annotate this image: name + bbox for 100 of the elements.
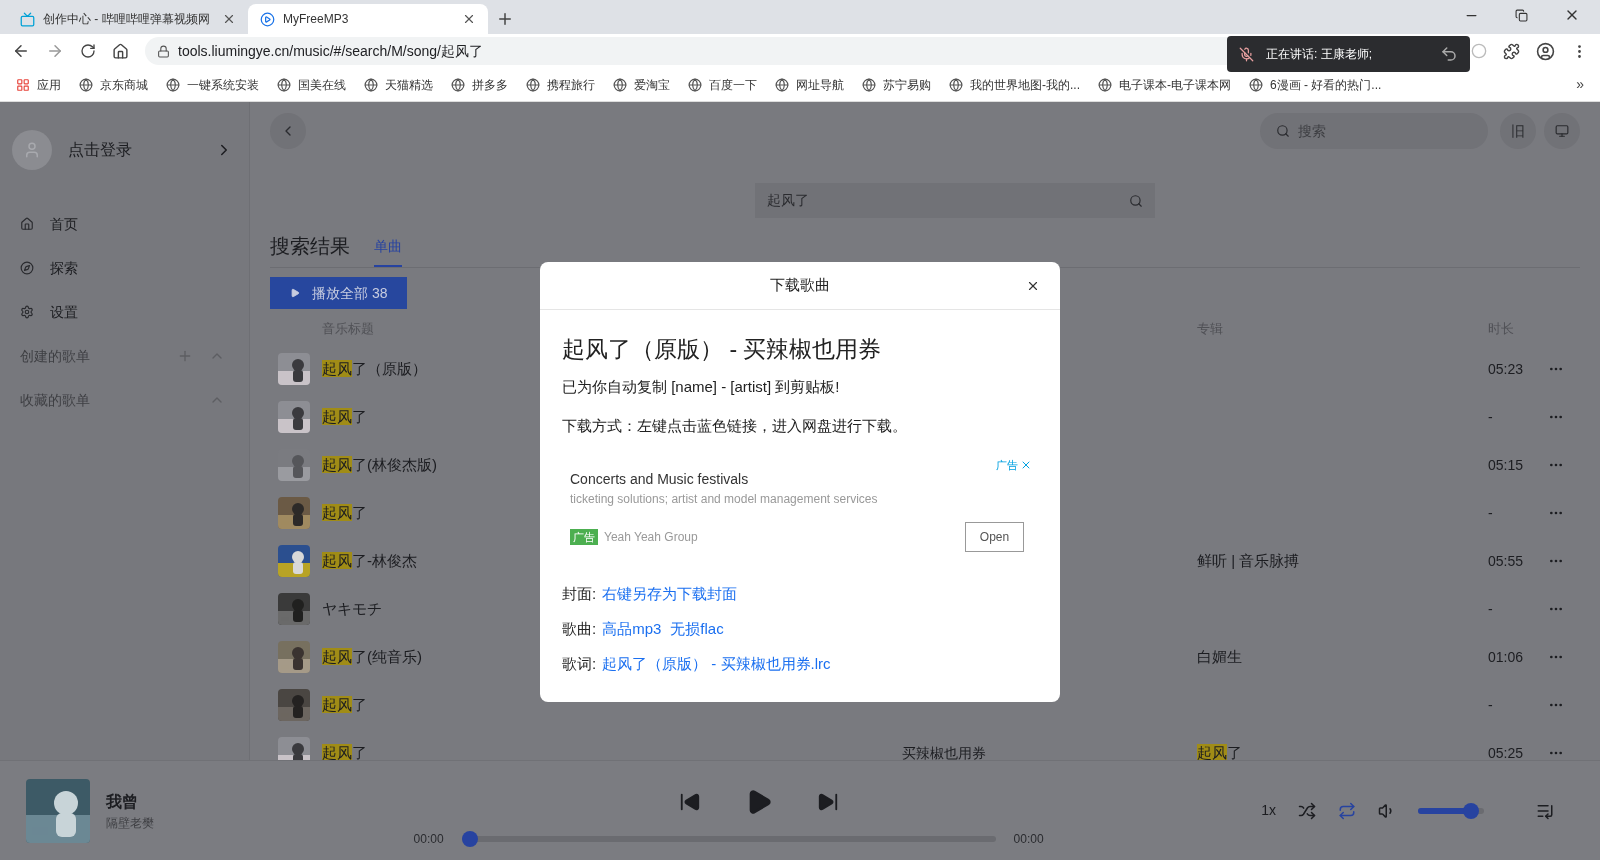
play-all-button[interactable]: 播放全部 38	[270, 277, 408, 309]
globe-icon	[526, 77, 540, 92]
download-link[interactable]: 高品mp3	[602, 617, 662, 641]
song-heading: 起风了（原版） - 买辣椒也用券	[562, 335, 883, 364]
globe-icon	[166, 77, 180, 92]
globe-icon	[1249, 77, 1263, 92]
advertiser-name: Yeah Yeah Group	[604, 529, 698, 546]
nav-item[interactable]: 探索	[12, 246, 237, 290]
close-icon[interactable]	[462, 12, 476, 26]
song-duration: 01:06	[1488, 647, 1525, 667]
globe-icon	[775, 77, 789, 92]
close-icon[interactable]	[222, 12, 236, 26]
undo-icon[interactable]	[1440, 45, 1458, 63]
play-icon	[290, 288, 300, 298]
bookmark[interactable]: 携程旅行	[526, 75, 595, 94]
song-duration: 05:23	[1488, 359, 1525, 379]
artist-name[interactable]: 买辣椒也用券	[902, 745, 986, 760]
nav-item[interactable]: 设置	[12, 290, 237, 334]
bookmark[interactable]: 6漫画 - 好看的热门...	[1249, 75, 1382, 94]
bookmark[interactable]: 苏宁易购	[862, 75, 931, 94]
tab-title: MyFreeMP3	[283, 11, 350, 28]
link-label: 封面:	[562, 583, 597, 604]
bookmark[interactable]: 京东商城	[79, 75, 148, 94]
extensions-icon[interactable]	[1503, 42, 1520, 60]
repeat-icon[interactable]	[1338, 801, 1356, 820]
home-icon	[20, 217, 34, 231]
dialog-title: 下载歌曲	[770, 275, 830, 296]
now-playing-title: 我曾	[106, 791, 139, 812]
slider-thumb[interactable]	[1463, 802, 1479, 819]
song-title: 起风了（原版）	[322, 358, 427, 379]
globe-icon	[451, 77, 465, 92]
album-name: 白媚生	[1197, 648, 1242, 665]
back-icon[interactable]	[12, 42, 30, 60]
song-title: ヤキモチ	[322, 598, 382, 619]
slider[interactable]	[461, 830, 996, 847]
login-link[interactable]: 点击登录	[68, 138, 199, 162]
link-label: 歌曲:	[562, 618, 597, 639]
ad-description: ticketing solutions; artist and model management services	[570, 491, 879, 508]
apps-icon	[16, 77, 30, 92]
settings-icon	[20, 305, 34, 319]
download-link[interactable]: 无损flac	[670, 617, 724, 641]
globe-icon	[364, 77, 378, 92]
download-instructions: 下载方式：左键点击蓝色链接，进入网盘进行下载。	[562, 415, 908, 436]
browser-tab[interactable]: MyFreeMP3	[248, 4, 488, 34]
song-duration: 05:25	[1488, 743, 1525, 760]
explore-icon	[20, 261, 34, 275]
album-name: 鲜听 | 音乐脉搏	[1197, 552, 1300, 569]
tv-icon	[20, 11, 35, 27]
search-icon	[1276, 124, 1290, 138]
download-link[interactable]: 起风了（原版） - 买辣椒也用券.lrc	[602, 652, 831, 676]
search-icon[interactable]	[1129, 193, 1143, 208]
globe-icon	[79, 77, 93, 92]
bookmark[interactable]: 电子课本-电子课本网	[1098, 75, 1231, 94]
song-title: 起风了(纯音乐)	[322, 646, 422, 667]
results-title: 搜索结果	[270, 234, 350, 259]
bookmark[interactable]: 拼多多	[451, 75, 508, 94]
new-tab-icon[interactable]	[496, 10, 514, 28]
bookmark[interactable]: 一键系统安装	[166, 75, 259, 94]
bookmark[interactable]: 爱淘宝	[613, 75, 670, 94]
mic-off-icon	[1239, 46, 1254, 62]
bookmark[interactable]: 国美在线	[277, 75, 346, 94]
bookmark[interactable]: 应用	[16, 75, 61, 94]
song-title: 起风了-林俊杰	[322, 550, 417, 571]
screen-button[interactable]	[1544, 113, 1580, 149]
total-time: 00:00	[1013, 830, 1044, 848]
download-link[interactable]: 右键另存为下载封面	[602, 582, 738, 606]
song-title: 起风了	[322, 406, 367, 427]
restore-icon[interactable]	[1515, 8, 1528, 22]
tab-title: 创作中心 - 哔哩哔哩弹幕视频网	[43, 11, 211, 28]
reload-icon[interactable]	[80, 43, 96, 59]
more-bookmarks[interactable]: »	[1576, 74, 1584, 95]
speed-button[interactable]: 1x	[1261, 800, 1276, 821]
bookmark[interactable]: 天猫精选	[364, 75, 433, 94]
song-duration: -	[1488, 407, 1494, 427]
song-duration: 05:55	[1488, 551, 1525, 571]
bookmark[interactable]: 我的世界地图-我的...	[949, 75, 1080, 94]
slider-thumb[interactable]	[461, 830, 478, 847]
ad-badge: 广告	[570, 528, 598, 546]
link-label: 歌词:	[562, 653, 597, 674]
speaking-text: 正在讲话: 王康老师;	[1266, 46, 1372, 63]
song-title: 起风了	[322, 502, 367, 523]
bookmark[interactable]: 百度一下	[688, 75, 757, 94]
bookmark[interactable]: 网址导航	[775, 75, 844, 94]
play-icon	[260, 11, 275, 27]
slider[interactable]	[1418, 802, 1484, 819]
ad-label: 广告	[996, 458, 1018, 473]
song-duration: -	[1488, 695, 1494, 715]
song-duration: 05:15	[1488, 455, 1525, 475]
globe-icon	[688, 77, 702, 92]
lock-icon	[157, 44, 170, 58]
globe-icon	[613, 77, 627, 92]
song-duration: -	[1488, 503, 1494, 523]
nav-item[interactable]: 首页	[12, 202, 237, 246]
forward-icon[interactable]	[46, 42, 64, 60]
song-duration: -	[1488, 599, 1494, 619]
account-icon[interactable]	[1536, 41, 1555, 61]
home-icon[interactable]	[112, 42, 129, 60]
open-button[interactable]: Open	[965, 522, 1024, 552]
shuffle-icon[interactable]	[1298, 801, 1316, 820]
globe-icon	[862, 77, 876, 92]
